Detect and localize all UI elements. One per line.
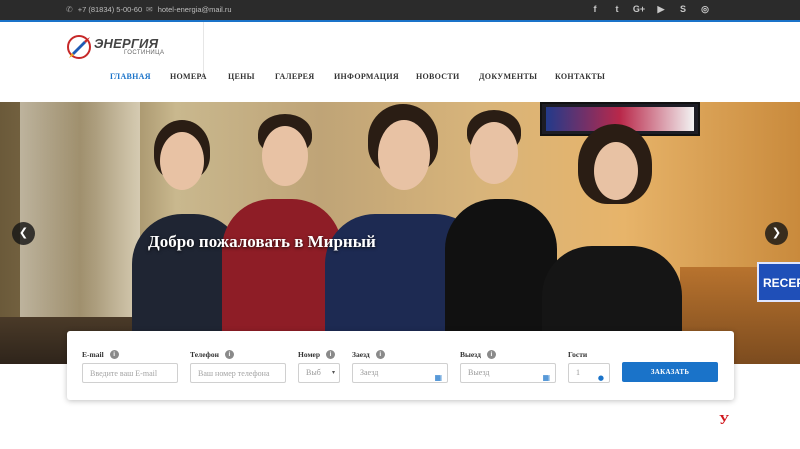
chevron-down-icon: ▾ — [331, 370, 335, 376]
slider-next-button[interactable]: ❯ — [765, 222, 788, 245]
site-logo[interactable]: ЭНЕРГИЯ ГОСТИНИЦА — [66, 33, 176, 63]
room-label: Номер — [298, 349, 321, 359]
facebook-icon[interactable]: f — [584, 4, 606, 15]
phone-label: Телефон — [190, 349, 219, 359]
nav-item-prices[interactable]: ЦЕНЫ — [228, 72, 255, 81]
envelope-icon: ✉ — [146, 5, 153, 14]
section-heading-fragment: У — [719, 413, 732, 428]
info-icon[interactable]: i — [375, 349, 385, 359]
checkin-field-group: Заезд i — [352, 349, 385, 359]
youtube-icon[interactable]: ▶ — [650, 4, 672, 15]
email-label: E-mail — [82, 349, 104, 359]
email-contact[interactable]: ✉ hotel-energia@mail.ru — [146, 5, 232, 14]
checkout-input[interactable]: Выезд ▦ — [460, 363, 556, 383]
guests-value: 1 — [576, 368, 580, 377]
main-nav: ГЛАВНАЯ НОМЕРА ЦЕНЫ ГАЛЕРЕЯ ИНФОРМАЦИЯ Н… — [0, 72, 800, 86]
rocket-logo-icon — [67, 35, 91, 59]
hero-slider: RECEP Добро пожаловать в Мирный ❮ ❯ — [0, 102, 800, 364]
email-input[interactable] — [82, 363, 178, 383]
nav-item-gallery[interactable]: ГАЛЕРЕЯ — [275, 72, 314, 81]
social-links: f t G+ ▶ S ◎ — [584, 4, 716, 15]
hero-title: Добро пожаловать в Мирный — [148, 232, 376, 251]
nav-item-documents[interactable]: ДОКУМЕНТЫ — [479, 72, 537, 81]
phone-number: +7 (81834) 5-00-60 — [77, 5, 143, 14]
checkin-input[interactable]: Заезд ▦ — [352, 363, 448, 383]
phone-icon: ✆ — [66, 5, 73, 14]
room-select[interactable]: Выб ▾ — [298, 363, 340, 383]
twitter-icon[interactable]: t — [606, 4, 628, 15]
nav-item-home[interactable]: ГЛАВНАЯ — [110, 72, 151, 81]
staff-face — [594, 142, 638, 200]
staff-face — [160, 132, 204, 190]
hero-curtain — [20, 102, 140, 332]
chevron-right-icon: ❯ — [771, 226, 782, 239]
phone-field-group: Телефон i — [190, 349, 234, 359]
phone-contact[interactable]: ✆ +7 (81834) 5-00-60 — [66, 5, 142, 14]
staff-face — [378, 120, 430, 190]
room-select-value: Выб — [306, 368, 321, 377]
skype-icon[interactable]: S — [672, 4, 694, 15]
nav-item-contacts[interactable]: КОНТАКТЫ — [555, 72, 605, 81]
nav-item-news[interactable]: НОВОСТИ — [416, 72, 460, 81]
checkout-field-group: Выезд i — [460, 349, 496, 359]
guests-field-group: Гости — [568, 349, 587, 359]
phone-input[interactable] — [190, 363, 286, 383]
info-icon[interactable]: i — [224, 349, 234, 359]
slider-prev-button[interactable]: ❮ — [12, 222, 35, 245]
checkin-placeholder: Заезд — [360, 368, 379, 377]
room-field-group: Номер i — [298, 349, 336, 359]
guests-label: Гости — [568, 349, 588, 359]
booking-form: E-maili Телефонi Номерi Выб ▾ Заездi Зае… — [67, 331, 734, 400]
checkin-label: Заезд — [352, 349, 370, 359]
staff-face — [470, 122, 518, 184]
checkout-label: Выезд — [460, 349, 481, 359]
chevron-left-icon: ❮ — [18, 226, 29, 239]
nav-item-info[interactable]: ИНФОРМАЦИЯ — [334, 72, 399, 81]
user-icon: ● — [597, 374, 604, 382]
info-icon[interactable]: i — [326, 349, 336, 359]
google-plus-icon[interactable]: G+ — [628, 4, 650, 15]
calendar-icon: ▦ — [542, 373, 550, 382]
guests-input[interactable]: 1 ● — [568, 363, 610, 383]
calendar-icon: ▦ — [434, 373, 442, 382]
checkout-placeholder: Выезд — [468, 368, 490, 377]
site-header: ЭНЕРГИЯ ГОСТИНИЦА ГЛАВНАЯ НОМЕРА ЦЕНЫ ГА… — [0, 22, 800, 102]
nav-item-rooms[interactable]: НОМЕРА — [170, 72, 207, 81]
staff-face — [262, 126, 308, 186]
logo-subtitle: ГОСТИНИЦА — [124, 50, 165, 56]
logo-name: ЭНЕРГИЯ — [94, 36, 159, 51]
info-icon[interactable]: i — [486, 349, 496, 359]
instagram-icon[interactable]: ◎ — [694, 4, 716, 15]
top-bar: ✆ +7 (81834) 5-00-60 ✉ hotel-energia@mai… — [0, 0, 800, 22]
order-button[interactable]: ЗАКАЗАТЬ — [622, 362, 718, 382]
info-icon[interactable]: i — [109, 349, 119, 359]
email-address: hotel-energia@mail.ru — [157, 5, 232, 14]
email-field-group: E-mail i — [82, 349, 119, 359]
reception-sign: RECEP — [757, 262, 800, 302]
